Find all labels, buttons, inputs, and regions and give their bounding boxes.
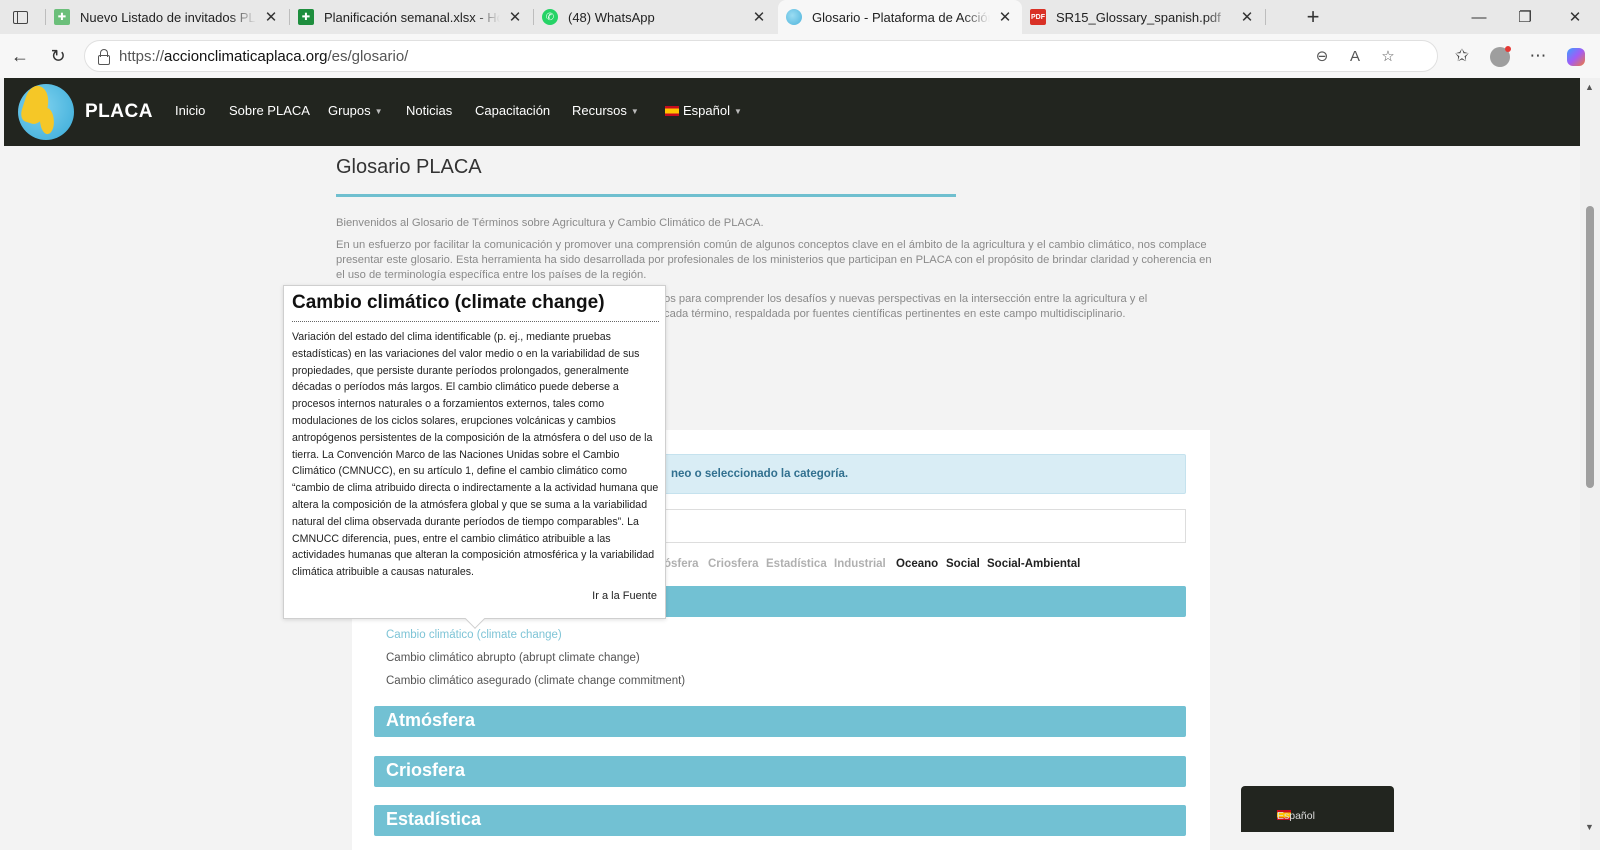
spain-flag-icon xyxy=(665,106,679,116)
zoom-out-icon[interactable]: ⊖ xyxy=(1312,47,1332,67)
filter-industrial[interactable]: Industrial xyxy=(834,558,886,570)
intro-paragraph: cada término, respaldada por fuentes cie… xyxy=(664,308,1126,320)
copilot-icon[interactable] xyxy=(1562,42,1590,70)
menu-sobre-placa[interactable]: Sobre PLACA xyxy=(229,103,310,118)
menu-grupos[interactable]: Grupos ▼ xyxy=(328,103,383,118)
menu-noticias[interactable]: Noticias xyxy=(406,103,452,118)
caret-down-icon: ▼ xyxy=(374,107,383,117)
filter-oceano[interactable]: Oceano xyxy=(896,558,938,570)
close-icon[interactable]: ✕ xyxy=(1238,8,1256,26)
refresh-icon[interactable]: ↻ xyxy=(44,42,72,70)
site-header: PLACA Inicio Sobre PLACA Grupos ▼ Noticia… xyxy=(4,78,1580,146)
browser-nav-bar: ← ↻ https://accionclimaticaplaca.org/es/… xyxy=(0,34,1600,78)
term-cambio-climatico-abrupto[interactable]: Cambio climático abrupto (abrupt climate… xyxy=(386,652,640,664)
tab-planificacion[interactable]: ✚ Planificación semanal.xlsx - Hojas de … xyxy=(290,0,532,34)
read-aloud-icon[interactable]: A xyxy=(1345,47,1365,67)
scroll-up-arrow-icon[interactable]: ▲ xyxy=(1585,82,1594,92)
web-page: PLACA Inicio Sobre PLACA Grupos ▼ Noticia… xyxy=(4,78,1580,850)
close-icon[interactable]: ✕ xyxy=(996,8,1014,26)
filter-criosfera[interactable]: Criosfera xyxy=(708,558,759,570)
term-cambio-climatico[interactable]: Cambio climático (climate change) xyxy=(386,629,562,641)
scrollbar-thumb[interactable] xyxy=(1586,206,1594,488)
sheets-icon: ✚ xyxy=(54,9,70,25)
close-icon[interactable]: ✕ xyxy=(750,8,768,26)
tooltip-divider xyxy=(292,321,659,322)
page-scrollbar[interactable]: ▲ ▼ xyxy=(1580,78,1600,850)
intro-paragraph: os para comprender los desafíos y nuevas… xyxy=(664,293,1148,305)
browser-tab-bar: ✚ Nuevo Listado de invitados PLACA ✕ ✚ P… xyxy=(0,0,1600,34)
tab-title: Glosario - Plataforma de Acción Climátic… xyxy=(812,9,990,25)
restore-button[interactable]: ❐ xyxy=(1502,0,1548,34)
new-tab-button[interactable]: + xyxy=(1299,3,1327,31)
tab-sr15-pdf[interactable]: PDF SR15_Glossary_spanish.pdf ✕ xyxy=(1022,0,1264,34)
pdf-icon: PDF xyxy=(1030,9,1046,25)
category-estadistica[interactable]: Estadística xyxy=(374,805,1186,836)
menu-language[interactable]: Español ▼ xyxy=(665,103,742,118)
minimize-button[interactable]: — xyxy=(1456,0,1502,34)
caret-down-icon: ▼ xyxy=(630,107,639,117)
scroll-down-arrow-icon[interactable]: ▼ xyxy=(1585,822,1594,832)
tab-whatsapp[interactable]: ✆ (48) WhatsApp ✕ xyxy=(534,0,776,34)
tab-actions-icon[interactable] xyxy=(8,6,32,28)
menu-inicio[interactable]: Inicio xyxy=(175,103,205,118)
filter-atmosfera[interactable]: ósfera xyxy=(664,558,699,570)
profile-avatar-icon[interactable] xyxy=(1486,42,1514,70)
term-definition-tooltip: Cambio climático (climate change) Variac… xyxy=(283,285,666,629)
tab-title: (48) WhatsApp xyxy=(568,9,655,25)
tab-separator xyxy=(1265,9,1266,25)
site-info-icon[interactable] xyxy=(97,49,110,65)
url-text[interactable]: https://accionclimaticaplaca.org/es/glos… xyxy=(119,48,408,65)
page-title: Glosario PLACA xyxy=(336,156,482,178)
menu-capacitacion[interactable]: Capacitación xyxy=(475,103,550,118)
close-window-button[interactable]: ✕ xyxy=(1552,0,1598,34)
tooltip-title: Cambio climático (climate change) xyxy=(292,292,605,313)
placa-logo-globe-icon[interactable] xyxy=(18,84,74,140)
caret-down-icon: ▼ xyxy=(733,107,742,117)
menu-recursos[interactable]: Recursos ▼ xyxy=(572,103,639,118)
close-icon[interactable]: ✕ xyxy=(262,8,280,26)
title-underline xyxy=(336,194,956,197)
tab-title: Nuevo Listado de invitados PLACA xyxy=(80,9,256,25)
favorite-star-icon[interactable]: ☆ xyxy=(1378,47,1398,67)
language-switcher-widget[interactable]: Español xyxy=(1241,786,1394,832)
language-label: Español xyxy=(1277,810,1315,822)
tab-glosario[interactable]: Glosario - Plataforma de Acción Climátic… xyxy=(778,0,1022,34)
close-icon[interactable]: ✕ xyxy=(506,8,524,26)
filter-social[interactable]: Social xyxy=(946,558,980,570)
category-atmosfera[interactable]: Atmósfera xyxy=(374,706,1186,737)
tab-invitados[interactable]: ✚ Nuevo Listado de invitados PLACA ✕ xyxy=(46,0,288,34)
whatsapp-icon: ✆ xyxy=(542,9,558,25)
tab-title: Planificación semanal.xlsx - Hojas de cá… xyxy=(324,9,500,25)
tooltip-body: Variación del estado del clima identific… xyxy=(292,331,659,579)
placa-icon xyxy=(786,9,802,25)
back-arrow-icon[interactable]: ← xyxy=(6,42,34,70)
favorites-icon[interactable]: ✩ xyxy=(1448,42,1476,70)
term-cambio-climatico-asegurado[interactable]: Cambio climático asegurado (climate chan… xyxy=(386,675,685,687)
tab-title: SR15_Glossary_spanish.pdf xyxy=(1056,9,1221,25)
source-link[interactable]: Ir a la Fuente xyxy=(592,590,657,602)
address-bar[interactable]: https://accionclimaticaplaca.org/es/glos… xyxy=(84,40,1438,72)
filter-estadistica[interactable]: Estadística xyxy=(766,558,827,570)
more-options-icon[interactable]: ⋯ xyxy=(1524,42,1552,70)
category-criosfera[interactable]: Criosfera xyxy=(374,756,1186,787)
intro-paragraph: En un esfuerzo por facilitar la comunica… xyxy=(336,239,1212,281)
intro-paragraph: Bienvenidos al Glosario de Términos sobr… xyxy=(336,217,764,229)
filter-social-ambiental[interactable]: Social-Ambiental xyxy=(987,558,1080,570)
sheets-icon: ✚ xyxy=(298,9,314,25)
brand-name[interactable]: PLACA xyxy=(85,101,153,123)
